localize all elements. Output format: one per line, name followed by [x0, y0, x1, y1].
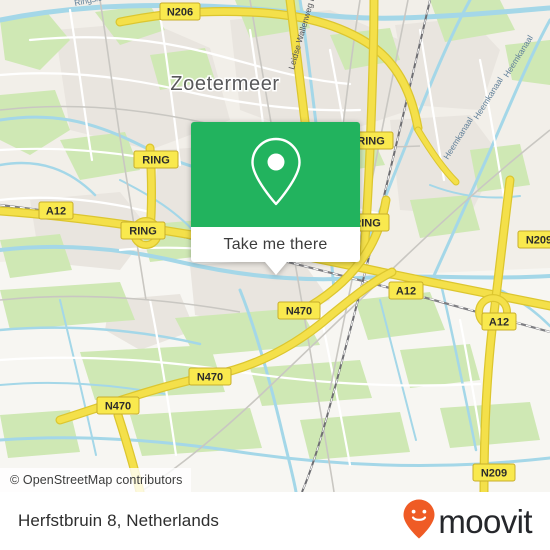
map-shield-a12-3: A12: [481, 312, 517, 331]
popup-action-bar[interactable]: Take me there: [191, 227, 360, 262]
svg-text:RING: RING: [129, 225, 157, 237]
map-pin-icon: [248, 136, 304, 213]
svg-text:N470: N470: [105, 400, 131, 412]
map-shield-ring-2: RING: [120, 221, 166, 240]
map-shield-a12-1: A12: [38, 201, 74, 220]
map-shield-n470-3: N470: [96, 396, 140, 415]
moovit-brand[interactable]: moovit: [402, 498, 533, 545]
moovit-smiley-pin-icon: [402, 498, 436, 545]
footer-bar: Herfstbruin 8, Netherlands moovit: [0, 492, 550, 550]
address-label: Herfstbruin 8, Netherlands: [18, 511, 220, 530]
map-shield-n206: N206: [159, 2, 201, 21]
svg-text:N209: N209: [526, 234, 550, 246]
map-shield-n209-2: N209: [517, 230, 550, 249]
map-shield-n470-2: N470: [188, 367, 232, 386]
map-shield-n470-1: N470: [277, 301, 321, 320]
popup-pin-area: [191, 122, 360, 227]
svg-text:N470: N470: [286, 305, 312, 317]
location-popup-card[interactable]: Take me there: [191, 122, 360, 275]
map-place-label-zoetermeer: Zoetermeer: [170, 73, 279, 95]
osm-attribution-text: © OpenStreetMap contributors: [10, 473, 183, 487]
take-me-there-label: Take me there: [223, 235, 328, 253]
svg-text:N206: N206: [167, 6, 193, 18]
map-shield-n209-1: N209: [472, 463, 516, 482]
svg-text:A12: A12: [46, 205, 66, 217]
svg-text:N470: N470: [197, 371, 223, 383]
moovit-map-page: Zoetermeer Ringsloot Heemkanaal Heemkana…: [0, 0, 550, 550]
moovit-wordmark: moovit: [438, 502, 532, 540]
map-shield-a12-2: A12: [388, 281, 424, 300]
map-shield-ring-1: RING: [133, 150, 179, 169]
svg-text:N209: N209: [481, 467, 507, 479]
svg-text:RING: RING: [357, 135, 385, 147]
svg-text:RING: RING: [142, 154, 170, 166]
osm-attribution[interactable]: © OpenStreetMap contributors: [0, 468, 191, 492]
svg-text:A12: A12: [396, 285, 416, 297]
svg-text:A12: A12: [489, 316, 509, 328]
popup-tail-pointer: [264, 262, 287, 275]
